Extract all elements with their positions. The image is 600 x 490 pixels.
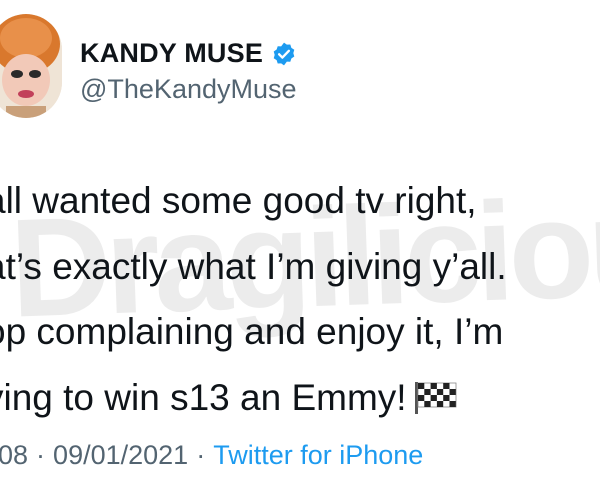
author-handle[interactable]: @TheKandyMuse	[80, 74, 297, 105]
verified-badge-icon	[271, 41, 297, 67]
separator-dot: ·	[36, 440, 46, 470]
avatar-image	[0, 14, 62, 118]
tweet-time[interactable]: 08	[0, 440, 28, 470]
tweet-line: all wanted some good tv right,	[0, 180, 477, 221]
chequered-flag-icon	[413, 369, 457, 435]
tweet-date[interactable]: 09/01/2021	[53, 440, 188, 470]
tweet-line: at’s exactly what I’m giving y’all.	[0, 245, 507, 287]
tweet-source-link[interactable]: Twitter for iPhone	[213, 440, 423, 470]
author-display-name[interactable]: KANDY MUSE	[80, 38, 263, 69]
author-name-row: KANDY MUSE	[80, 38, 297, 69]
tweet-line: op complaining and enjoy it, I’m	[0, 311, 504, 352]
avatar[interactable]	[0, 14, 62, 118]
tweet-line-text: ying to win s13 an Emmy!	[0, 376, 407, 418]
tweet-line: ying to win s13 an Emmy!	[0, 365, 507, 435]
tweet-text: all wanted some good tv right, at’s exac…	[0, 168, 507, 434]
separator-dot: ·	[196, 440, 206, 470]
tweet-metadata: 08 · 09/01/2021 · Twitter for iPhone	[0, 440, 423, 471]
